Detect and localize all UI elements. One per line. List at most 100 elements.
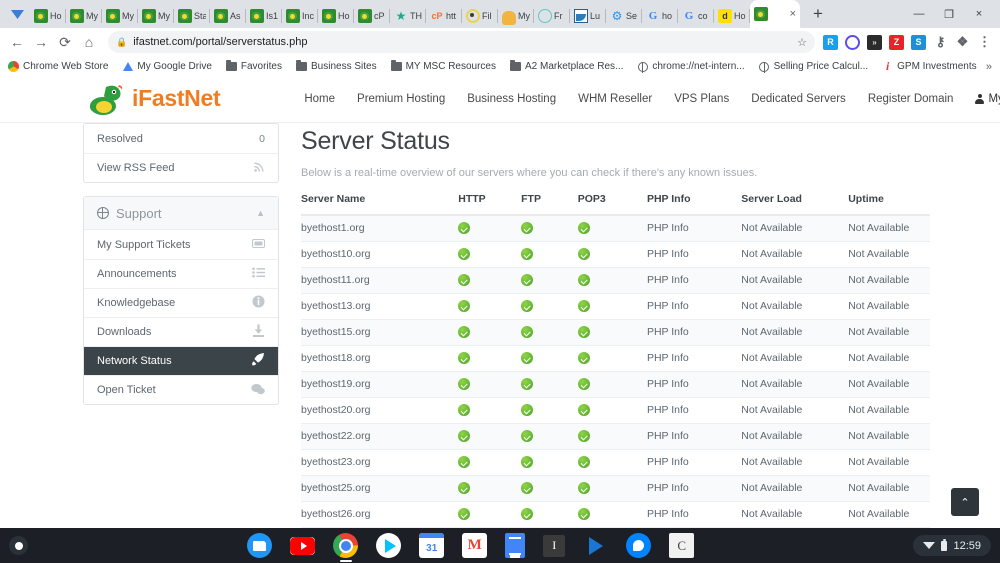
forward-icon[interactable]: → xyxy=(30,31,52,53)
nav-link-dedicated-servers[interactable]: Dedicated Servers xyxy=(751,93,846,105)
bookmark-item[interactable]: Favorites xyxy=(225,60,282,72)
sidebar-item-resolved[interactable]: Resolved 0 xyxy=(84,124,278,153)
sidebar-item-my-support-tickets[interactable]: My Support Tickets xyxy=(84,230,278,259)
cell-php-info[interactable]: PHP Info xyxy=(646,345,742,372)
sidebar-item-knowledgebase[interactable]: Knowledgebase xyxy=(84,288,278,317)
cell-pop3-status xyxy=(577,293,647,320)
tab-search-icon[interactable] xyxy=(4,0,30,28)
gmail-app-icon[interactable] xyxy=(462,533,488,558)
tab-item[interactable]: ⚙ Se xyxy=(606,3,642,28)
tab-item[interactable]: My xyxy=(498,3,534,28)
video-player-app-icon[interactable] xyxy=(583,533,608,558)
cell-php-info[interactable]: PHP Info xyxy=(646,449,742,476)
chevron-up-icon[interactable]: ▲ xyxy=(256,208,265,218)
cell-php-info[interactable]: PHP Info xyxy=(646,423,742,450)
google-docs-app-icon[interactable] xyxy=(505,533,526,558)
tab-item[interactable]: My xyxy=(138,3,174,28)
nav-link-premium-hosting[interactable]: Premium Hosting xyxy=(357,93,445,105)
ext-key-icon[interactable]: ⚷ xyxy=(933,34,948,50)
chrome-app-icon[interactable] xyxy=(333,533,359,562)
bookmark-item[interactable]: Chrome Web Store xyxy=(8,61,108,72)
ext-puzzle-icon[interactable]: ❖ xyxy=(955,34,970,50)
ext-s-icon[interactable]: S xyxy=(911,34,926,50)
cell-php-info[interactable]: PHP Info xyxy=(646,267,742,294)
tab-item[interactable]: d Ho xyxy=(714,3,750,28)
scroll-to-top-button[interactable]: ⌃ xyxy=(951,488,979,516)
reload-icon[interactable]: ⟳ xyxy=(54,31,76,53)
nav-link-vps-plans[interactable]: VPS Plans xyxy=(674,93,729,105)
cell-php-info[interactable]: PHP Info xyxy=(646,501,742,528)
maximize-button[interactable]: ❐ xyxy=(942,8,956,21)
tab-item[interactable]: Fr xyxy=(534,3,570,28)
bookmark-item[interactable]: MY MSC Resources xyxy=(390,60,496,72)
cell-php-info[interactable]: PHP Info xyxy=(646,241,742,268)
address-bar[interactable]: 🔒 ifastnet.com/portal/serverstatus.php ☆ xyxy=(108,31,815,53)
nav-link-whm-reseller[interactable]: WHM Reseller xyxy=(578,93,652,105)
cell-php-info[interactable]: PHP Info xyxy=(646,293,742,320)
sidebar-item-label: Open Ticket xyxy=(97,384,156,396)
cell-php-info[interactable]: PHP Info xyxy=(646,397,742,424)
minimize-button[interactable]: — xyxy=(912,8,926,20)
tab-item[interactable]: cP htt xyxy=(426,3,462,28)
ext-terminal-icon[interactable] xyxy=(867,34,882,50)
new-tab-button[interactable]: + xyxy=(804,0,832,28)
bookmark-item[interactable]: Business Sites xyxy=(296,60,377,72)
ext-circle-icon[interactable] xyxy=(845,34,860,50)
messenger-app-icon[interactable] xyxy=(626,533,652,558)
files-app-icon[interactable] xyxy=(247,533,273,558)
tab-item[interactable]: Gho xyxy=(642,3,678,28)
tab-item[interactable]: Ho xyxy=(318,3,354,28)
sidebar-item-view-rss-feed[interactable]: View RSS Feed xyxy=(84,153,278,182)
tab-item[interactable]: Lu xyxy=(570,3,606,28)
bookmark-item[interactable]: Selling Price Calcul... xyxy=(759,61,868,73)
bookmark-item[interactable]: A2 Marketplace Res... xyxy=(510,60,623,72)
tab-active[interactable]: × xyxy=(750,0,800,28)
youtube-app-icon[interactable] xyxy=(290,536,316,555)
tab-item[interactable]: Is1 xyxy=(246,3,282,28)
cell-php-info[interactable]: PHP Info xyxy=(646,475,742,502)
tab-item[interactable]: cP xyxy=(354,3,390,28)
play-store-app-icon[interactable] xyxy=(376,533,402,558)
system-tray[interactable]: 12:59 xyxy=(913,535,991,556)
bookmark-item[interactable]: chrome://net-intern... xyxy=(637,61,745,73)
tab-item[interactable]: Inc xyxy=(282,3,318,28)
sidebar-item-announcements[interactable]: Announcements xyxy=(84,259,278,288)
back-icon[interactable]: ← xyxy=(6,31,28,53)
tab-item[interactable]: As xyxy=(210,3,246,28)
nav-link-register-domain[interactable]: Register Domain xyxy=(868,93,954,105)
tab-item[interactable]: ★ TH xyxy=(390,3,426,28)
bookmark-item[interactable]: My Google Drive xyxy=(122,61,212,72)
calendar-app-icon[interactable]: 31 xyxy=(419,533,445,558)
launcher-icon[interactable] xyxy=(9,536,28,555)
site-navigation: Home Premium Hosting Business Hosting WHM R… xyxy=(304,93,1000,105)
nav-link-business-hosting[interactable]: Business Hosting xyxy=(467,93,556,105)
tab-item[interactable]: Gco xyxy=(678,3,714,28)
browser-menu-icon[interactable]: ⋮ xyxy=(977,34,992,50)
site-logo[interactable]: iFastNet xyxy=(88,81,221,117)
app-c-icon[interactable]: C xyxy=(669,533,695,558)
app-i-icon[interactable]: I xyxy=(543,534,566,557)
support-section-header[interactable]: Support ▲ xyxy=(84,197,278,230)
tab-item[interactable]: Ho xyxy=(30,3,66,28)
bookmarks-overflow-icon[interactable]: » xyxy=(986,61,992,73)
cell-php-info[interactable]: PHP Info xyxy=(646,371,742,398)
bookmark-star-icon[interactable]: ☆ xyxy=(797,36,807,49)
cell-php-info[interactable]: PHP Info xyxy=(646,215,742,242)
tab-item[interactable]: Sta xyxy=(174,3,210,28)
close-window-button[interactable]: × xyxy=(972,8,986,20)
close-tab-icon[interactable]: × xyxy=(790,8,796,20)
home-icon[interactable]: ⌂ xyxy=(78,31,100,53)
nav-link-home[interactable]: Home xyxy=(304,93,335,105)
tab-item[interactable]: Fil xyxy=(462,3,498,28)
cell-php-info[interactable]: PHP Info xyxy=(646,319,742,346)
tab-item[interactable]: My xyxy=(66,3,102,28)
tab-item[interactable]: My xyxy=(102,3,138,28)
ext-r-icon[interactable]: R xyxy=(823,34,838,50)
sidebar-item-open-ticket[interactable]: Open Ticket xyxy=(84,375,278,404)
sidebar-item-network-status[interactable]: Network Status xyxy=(84,346,278,375)
nav-link-my-account[interactable]: My Account xyxy=(975,93,1000,105)
bookmark-item[interactable]: i GPM Investments xyxy=(882,60,977,72)
tab-title: Sta xyxy=(194,10,206,21)
ext-z-icon[interactable]: Z xyxy=(889,34,904,50)
sidebar-item-downloads[interactable]: Downloads xyxy=(84,317,278,346)
